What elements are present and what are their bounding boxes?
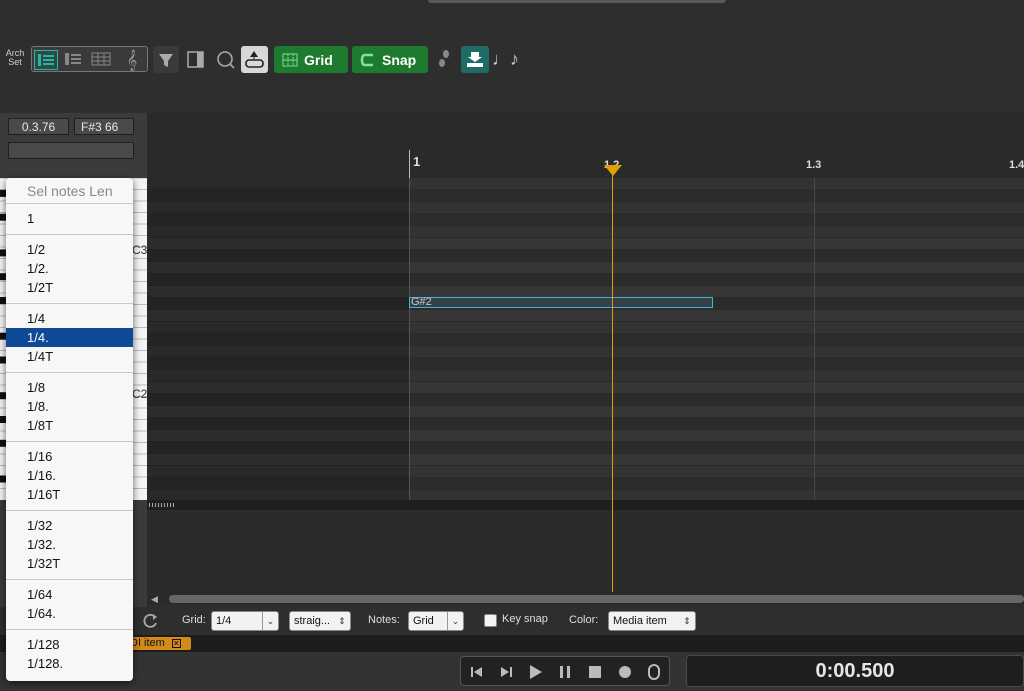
menu-item[interactable]: 1/8T <box>6 416 133 435</box>
midi-input-icon[interactable] <box>461 46 489 73</box>
menu-separator <box>6 629 133 630</box>
menu-item[interactable]: 1/16. <box>6 466 133 485</box>
menu-separator <box>6 203 133 204</box>
note-info-display[interactable]: F#3 66 <box>74 118 134 135</box>
stop-icon[interactable] <box>587 664 603 680</box>
menu-separator <box>6 441 133 442</box>
notes-select[interactable]: Grid ⌄ <box>408 611 464 631</box>
preroll-shade <box>147 178 409 500</box>
note-length-menu: Sel notes Len 1 1/2 1/2. 1/2T 1/4 1/4. 1/4T 1/8 1… <box>6 178 133 681</box>
panel-toggle-icon[interactable] <box>183 46 209 73</box>
updown-icon: ⇕ <box>683 615 691 626</box>
menu-item[interactable]: 1/32 <box>6 516 133 535</box>
pause-icon[interactable] <box>557 664 573 680</box>
playhead-line <box>612 168 613 592</box>
menu-item[interactable]: 1/32T <box>6 554 133 573</box>
grid-icon <box>282 53 298 66</box>
chevron-down-icon: ⌄ <box>262 612 278 630</box>
menu-item[interactable]: 1/4 <box>6 309 133 328</box>
menu-separator <box>6 579 133 580</box>
menu-item[interactable]: 1/64 <box>6 585 133 604</box>
chevron-down-icon: ⌄ <box>447 612 463 630</box>
grid-toggle-button[interactable]: Grid <box>274 46 348 73</box>
filter-icon[interactable] <box>153 46 179 73</box>
menu-item[interactable]: 1/64. <box>6 604 133 623</box>
search-icon[interactable] <box>212 46 238 73</box>
lane-divider[interactable] <box>147 500 1024 510</box>
status-field <box>8 142 134 159</box>
menu-item[interactable]: 1/16T <box>6 485 133 504</box>
scroll-left-icon[interactable]: ◀ <box>151 594 158 605</box>
menu-item[interactable]: 1/128 <box>6 635 133 654</box>
menu-item[interactable]: 1/2 <box>6 240 133 259</box>
go-to-end-icon[interactable] <box>498 664 514 680</box>
horizontal-scrollbar[interactable]: ◀ <box>147 592 1024 605</box>
step-input-icon[interactable] <box>433 46 457 73</box>
scroll-thumb[interactable] <box>169 595 1024 603</box>
beat-1-4-label: 1.4 <box>1009 159 1024 171</box>
bar-1-label: 1 <box>413 154 421 169</box>
divider-grip[interactable] <box>149 503 175 507</box>
menu-item[interactable]: 1/128. <box>6 654 133 673</box>
key-snap-label: Key snap <box>502 613 548 625</box>
menu-item[interactable]: 1/8 <box>6 378 133 397</box>
named-notes-view-icon[interactable] <box>62 50 86 70</box>
play-icon[interactable] <box>527 664 543 680</box>
grid-select[interactable]: 1/4 ⌄ <box>211 611 279 631</box>
repeat-icon[interactable] <box>646 664 662 680</box>
piano-roll-view-icon[interactable] <box>34 50 58 70</box>
snap-icon <box>360 53 373 66</box>
bar-1-tick <box>409 150 410 178</box>
grid-type-select[interactable]: straig... ⇕ <box>289 611 351 631</box>
c3-key-label: C3 <box>132 243 148 257</box>
color-label: Color: <box>569 614 599 626</box>
record-icon[interactable] <box>617 664 633 680</box>
menu-item[interactable]: 1/4T <box>6 347 133 366</box>
menu-separator <box>6 303 133 304</box>
menu-item[interactable]: 1/2T <box>6 278 133 297</box>
beat-1-3-label: 1.3 <box>806 159 822 171</box>
close-icon[interactable]: ✕ <box>171 638 181 648</box>
position-display[interactable]: 0.3.76 <box>8 118 69 135</box>
updown-icon: ⇕ <box>338 615 346 626</box>
menu-item[interactable]: 1/8. <box>6 397 133 416</box>
chase-mode-icon[interactable] <box>241 46 268 73</box>
cc-lane[interactable] <box>147 510 1024 592</box>
menu-header: Sel notes Len <box>27 183 113 199</box>
menu-item[interactable]: 1 <box>6 209 133 228</box>
event-list-view-icon[interactable] <box>90 50 114 70</box>
menu-separator <box>6 234 133 235</box>
time-display[interactable]: 0:00.500 <box>686 655 1024 687</box>
grid-label: Grid: <box>182 614 206 626</box>
notes-label: Notes: <box>368 614 400 626</box>
menu-item[interactable]: 1/4. <box>6 328 133 347</box>
menu-item[interactable]: 1/2. <box>6 259 133 278</box>
timeline-ruler[interactable] <box>147 113 1024 178</box>
menu-separator <box>6 372 133 373</box>
playhead-marker-icon[interactable] <box>603 164 623 183</box>
midi-note[interactable]: G#2 <box>409 297 713 308</box>
transport-controls <box>460 656 670 686</box>
go-to-start-icon[interactable] <box>469 664 485 680</box>
color-select[interactable]: Media item ⇕ <box>608 611 696 631</box>
notation-view-icon[interactable]: 𝄞 <box>120 50 144 70</box>
menu-item[interactable]: 1/16 <box>6 447 133 466</box>
c2-key-label: C2 <box>132 387 148 401</box>
menu-item[interactable]: 1/32. <box>6 535 133 554</box>
key-snap-checkbox[interactable] <box>484 614 497 627</box>
window-top-handle[interactable] <box>428 0 726 3</box>
view-mode-group: 𝄞 <box>31 46 148 72</box>
loop-refresh-icon[interactable] <box>141 612 159 630</box>
snap-toggle-button[interactable]: Snap <box>352 46 428 73</box>
menu-separator <box>6 510 133 511</box>
arch-set-label[interactable]: Arch Set <box>2 49 28 67</box>
midi-item-tab[interactable]: DI item ✕ <box>128 637 191 650</box>
note-preview-icon[interactable]: ♩♪ <box>492 46 519 73</box>
